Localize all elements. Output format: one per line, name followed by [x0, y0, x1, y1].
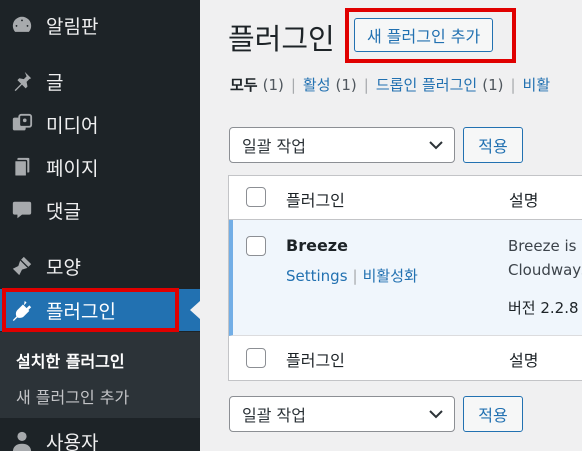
sidebar-item-label: 댓글 — [46, 200, 81, 223]
plugin-checkbox[interactable] — [246, 236, 266, 256]
table-row: Breeze Settings|비활성화 Breeze is a Cloudwa… — [229, 220, 582, 336]
column-footer-description: 설명 — [509, 351, 539, 370]
column-header-plugin[interactable]: 플러그인 — [286, 187, 345, 211]
sidebar-item-comments[interactable]: 댓글 — [0, 189, 200, 231]
submenu-add-new-plugin[interactable]: 새 플러그인 추가 — [16, 384, 129, 408]
sidebar-item-label: 플러그인 — [46, 300, 116, 323]
plugin-row-actions: Settings | 비활성화 — [286, 267, 418, 285]
plugin-status-filters: 모두 (1) | 활성 (1) | 드롭인 플러그인 (1) | 비활 — [230, 74, 551, 95]
appearance-icon — [10, 254, 34, 278]
sidebar-item-plugins[interactable]: 플러그인 — [0, 289, 200, 331]
plugins-table: 플러그인 설명 Breeze Settings|비활성화 Breeze is a… — [228, 175, 582, 381]
sidebar-item-media[interactable]: 미디어 — [0, 103, 200, 145]
plugin-description-line-1: Breeze is a — [508, 237, 582, 255]
select-all-checkbox-bottom[interactable] — [246, 348, 266, 368]
submenu-installed-plugins[interactable]: 설치한 플러그인 — [16, 348, 125, 372]
filter-all[interactable]: 모두 (1) — [230, 74, 284, 95]
plugin-description-line-2: Cloudways — [508, 261, 582, 279]
add-new-plugin-button[interactable]: 새 플러그인 추가 — [354, 18, 494, 52]
plugin-version: 버전 2.2.8 — [508, 299, 579, 317]
sidebar-item-posts[interactable]: 글 — [0, 60, 200, 102]
plugin-deactivate-link[interactable]: 비활성화 — [363, 267, 418, 285]
bulk-actions-select-bottom[interactable]: 일괄 작업 — [229, 396, 455, 432]
apply-button-bottom[interactable]: 적용 — [463, 396, 523, 432]
sidebar-item-users[interactable]: 사용자 — [0, 420, 200, 451]
user-icon — [10, 429, 34, 451]
filter-inactive[interactable]: 비활 — [523, 74, 551, 95]
filter-dropin[interactable]: 드롭인 플러그인 — [376, 74, 477, 95]
sidebar-item-label: 모양 — [46, 256, 81, 279]
chevron-down-icon — [429, 141, 443, 150]
pin-icon — [10, 69, 34, 93]
bulk-actions-select-top[interactable]: 일괄 작업 — [229, 127, 455, 163]
plugins-submenu: 설치한 플러그인 새 플러그인 추가 — [0, 332, 200, 418]
dashboard-icon — [10, 13, 34, 37]
sidebar-item-appearance[interactable]: 모양 — [0, 245, 200, 287]
sidebar-item-label: 사용자 — [46, 431, 99, 451]
plugin-settings-link[interactable]: Settings — [286, 267, 348, 285]
table-header: 플러그인 설명 — [229, 176, 582, 220]
column-header-description: 설명 — [509, 191, 539, 210]
column-footer-plugin[interactable]: 플러그인 — [286, 347, 345, 371]
plugin-name: Breeze — [286, 236, 348, 255]
filter-active[interactable]: 활성 — [303, 74, 331, 95]
chevron-down-icon — [429, 410, 443, 419]
select-all-checkbox-top[interactable] — [246, 187, 266, 207]
apply-button-top[interactable]: 적용 — [463, 127, 523, 163]
plugin-icon — [10, 298, 34, 322]
sidebar-item-label: 글 — [46, 71, 64, 94]
sidebar-item-label: 페이지 — [46, 157, 99, 180]
page-title: 플러그인 — [228, 22, 335, 56]
active-menu-arrow — [190, 301, 200, 319]
comment-icon — [10, 198, 34, 222]
sidebar-item-label: 알림판 — [46, 15, 99, 38]
sidebar-item-dashboard[interactable]: 알림판 — [0, 4, 200, 46]
admin-sidebar: 알림판 글 미디어 페이지 댓글 모양 플러그인 설치한 플러그인 새 플러그인… — [0, 0, 200, 451]
table-footer: 플러그인 설명 — [229, 336, 582, 380]
sidebar-item-label: 미디어 — [46, 114, 99, 137]
pages-icon — [10, 155, 34, 179]
media-icon — [10, 112, 34, 136]
sidebar-item-pages[interactable]: 페이지 — [0, 146, 200, 188]
